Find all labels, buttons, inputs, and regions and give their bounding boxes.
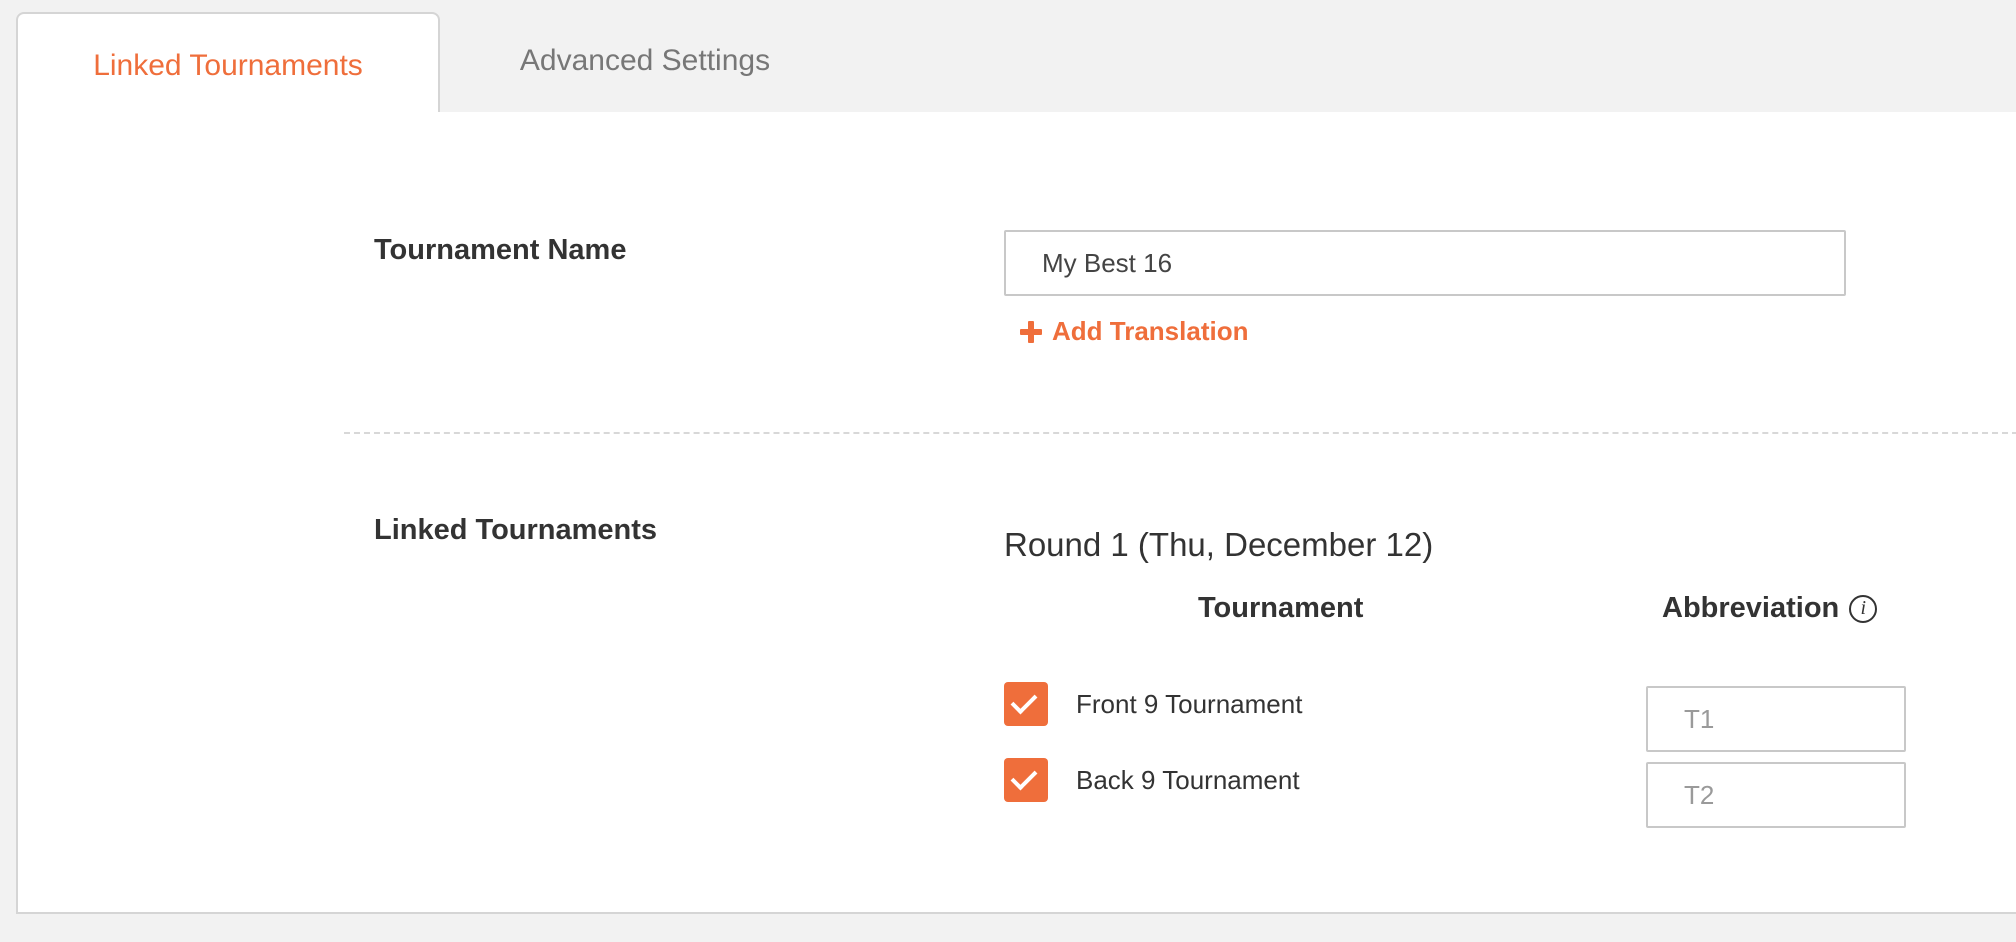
tournament-row: Back 9 Tournament: [1004, 758, 1300, 802]
tournament-name: Back 9 Tournament: [1076, 764, 1300, 795]
add-translation-link[interactable]: Add Translation: [1020, 316, 1248, 347]
tournament-name-label: Tournament Name: [374, 234, 627, 266]
abbreviation-column-header: Abbreviation i: [1662, 592, 1878, 625]
abbreviation-header-label: Abbreviation: [1662, 592, 1840, 624]
tab-linked-tournaments[interactable]: Linked Tournaments: [16, 12, 440, 114]
back-9-checkbox[interactable]: [1004, 758, 1048, 802]
plus-icon: [1020, 320, 1042, 343]
abbreviation-input-t1[interactable]: [1646, 686, 1906, 752]
front-9-checkbox[interactable]: [1004, 682, 1048, 726]
tournament-name-input[interactable]: [1004, 230, 1846, 296]
abbreviation-input-t2[interactable]: [1646, 762, 1906, 828]
tournament-column-header: Tournament: [1198, 592, 1364, 624]
tournament-row: Front 9 Tournament: [1004, 682, 1302, 726]
tab-bar: Linked Tournaments Advanced Settings: [0, 0, 2016, 114]
tournament-name: Front 9 Tournament: [1076, 688, 1303, 719]
tab-label: Linked Tournaments: [93, 49, 363, 82]
tab-label: Advanced Settings: [519, 44, 771, 77]
info-icon[interactable]: i: [1849, 594, 1878, 623]
settings-panel: Tournament Name Add Translation Linked T…: [16, 112, 2016, 914]
tab-advanced-settings[interactable]: Advanced Settings: [470, 20, 820, 102]
round-title: Round 1 (Thu, December 12): [1004, 526, 1434, 563]
section-divider: [344, 432, 2016, 434]
linked-tournaments-label: Linked Tournaments: [374, 514, 658, 546]
add-translation-label: Add Translation: [1052, 316, 1249, 346]
